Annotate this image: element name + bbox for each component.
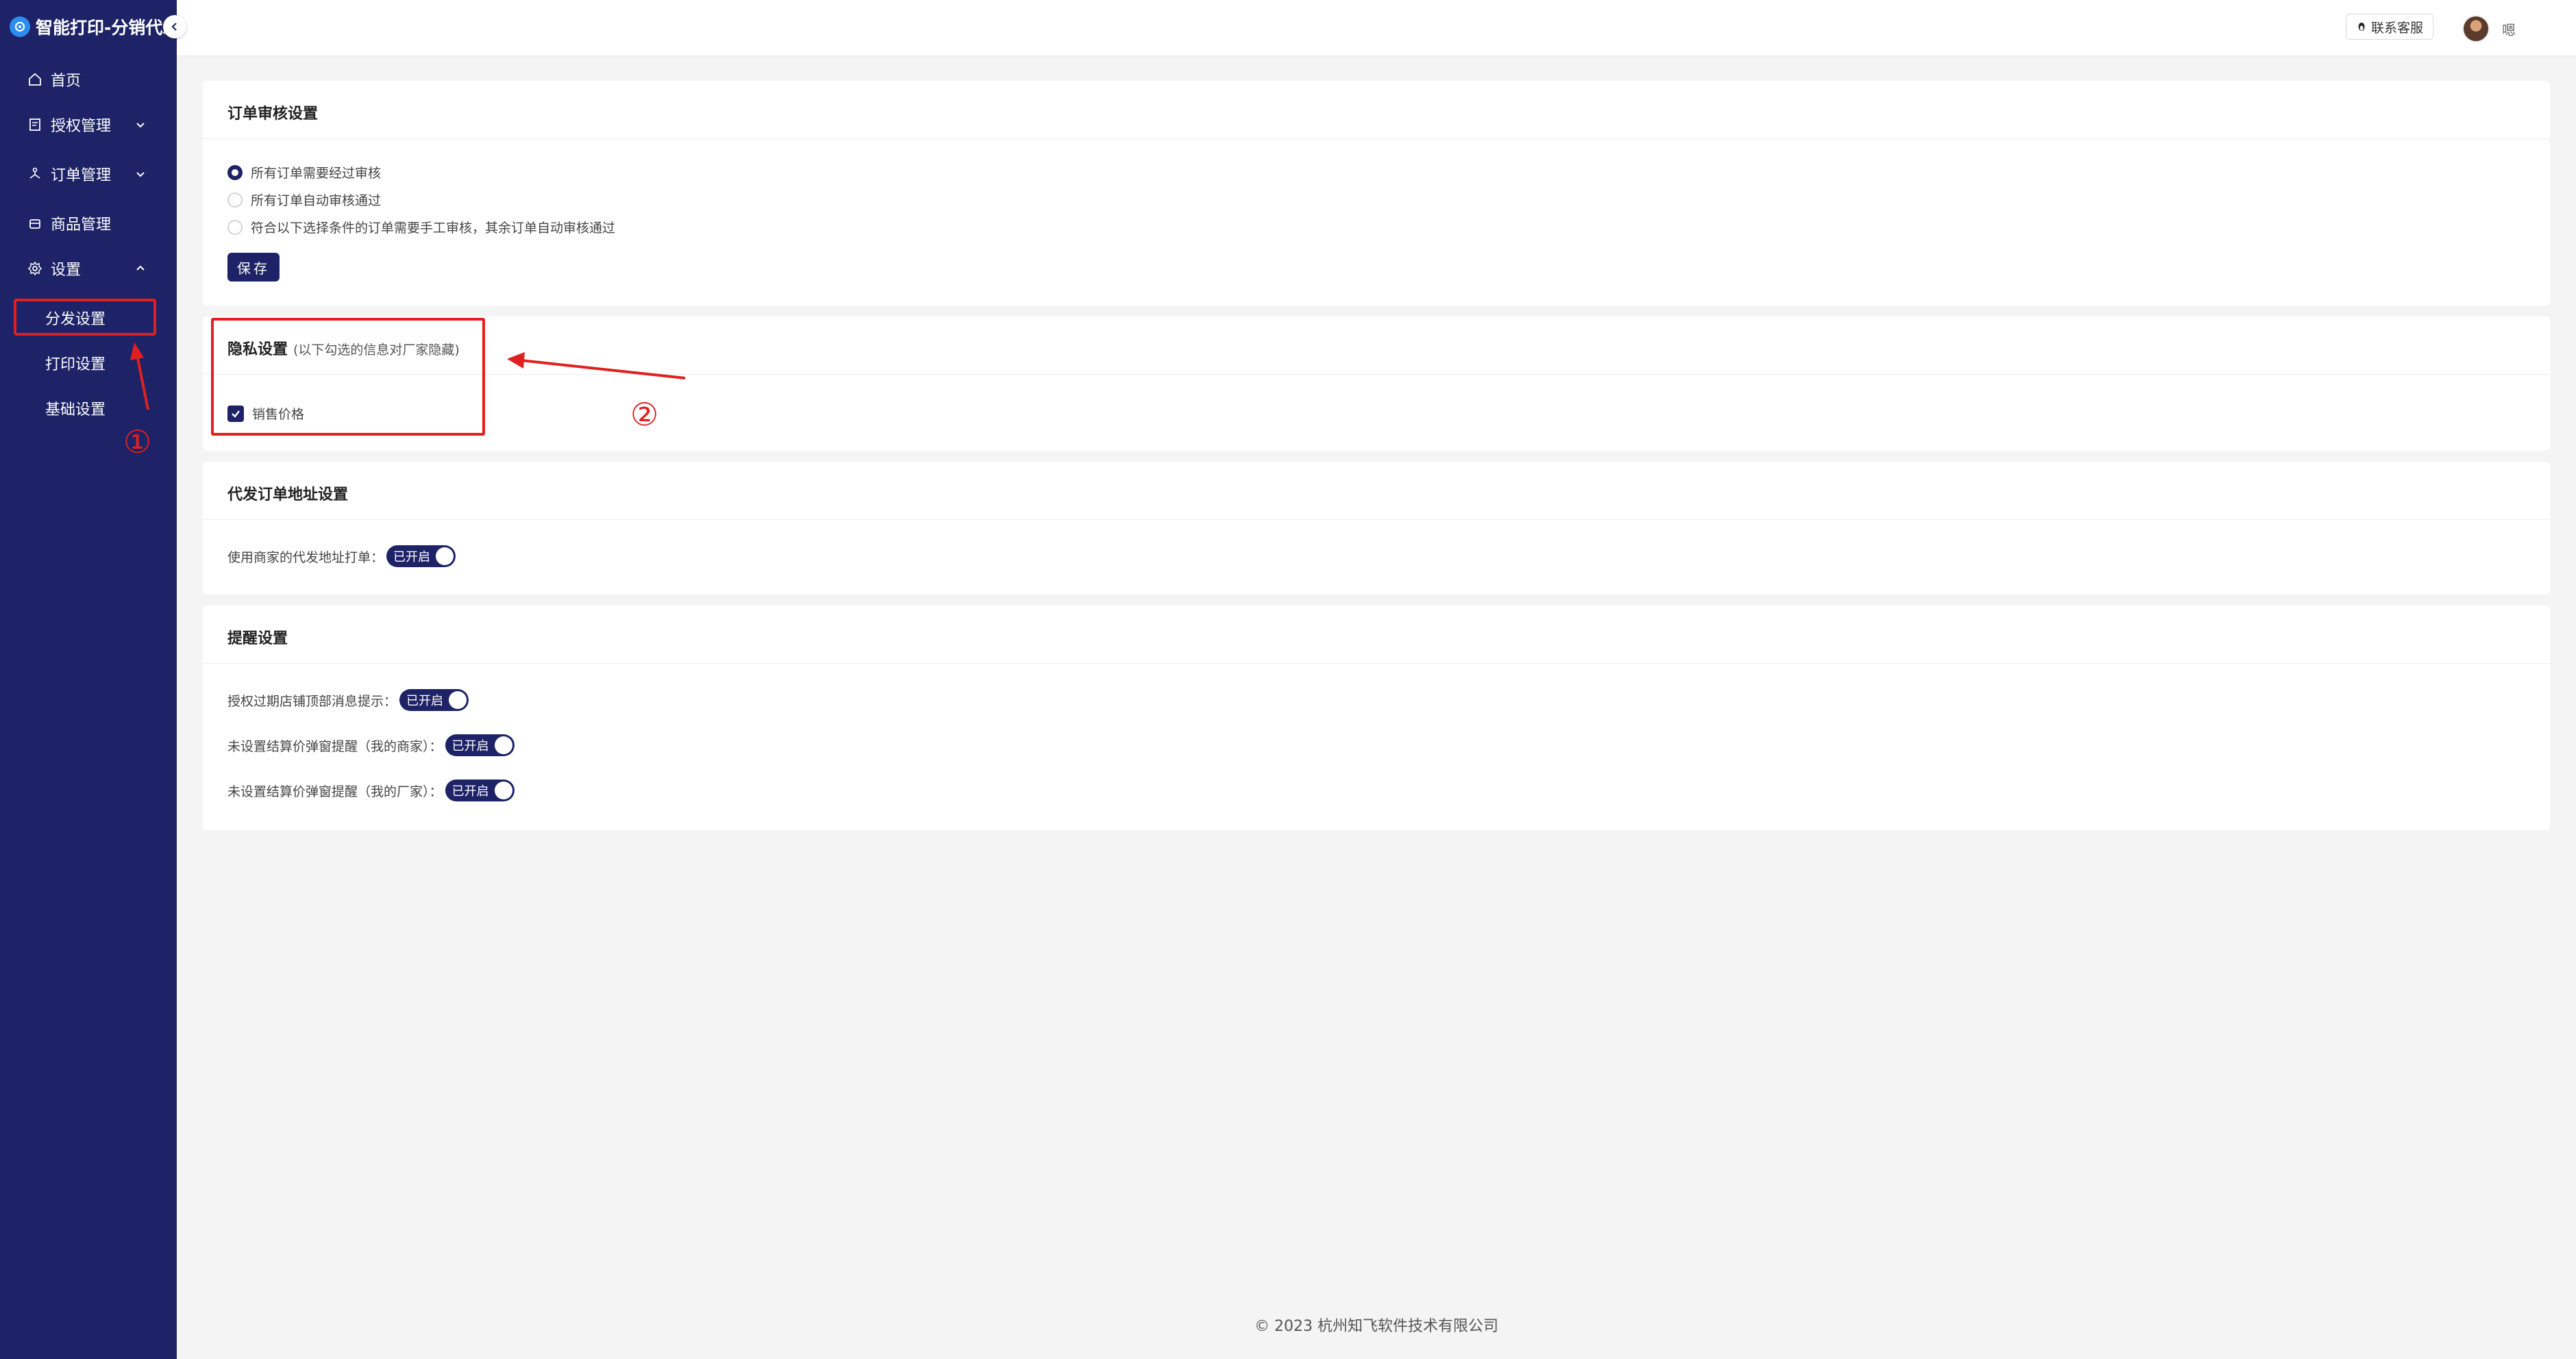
switch-label: 使用商家的代发地址打单： <box>227 549 384 565</box>
divider <box>203 374 2550 375</box>
radio-checked[interactable] <box>227 164 243 180</box>
switch-knob <box>436 547 454 565</box>
toggle-switch[interactable]: 已开启 <box>445 734 515 756</box>
divider <box>203 663 2550 664</box>
footer: © 2023 杭州知飞软件技术有限公司 <box>177 1314 2576 1336</box>
brand[interactable]: 智能打印-分销代发 <box>0 0 177 53</box>
reminder-title: 提醒设置 <box>227 630 288 647</box>
collapse-sidebar-button[interactable] <box>163 15 186 38</box>
sidebar-item-settings[interactable]: 设置 <box>0 248 177 289</box>
toggle-switch[interactable]: 已开启 <box>386 545 456 567</box>
annotation-box-1 <box>14 299 156 336</box>
sidebar-sub-print[interactable]: 打印设置 <box>0 342 177 384</box>
reminder-card: 提醒设置 授权过期店铺顶部消息提示： 已开启 未设置结算价弹窗提醒（我的商家）：… <box>203 606 2550 830</box>
copyright-icon: © <box>1254 1318 1270 1335</box>
avatar[interactable] <box>2462 15 2490 42</box>
contact-support-label: 联系客服 <box>2371 20 2424 36</box>
sidebar-item-orders[interactable]: 订单管理 <box>0 153 177 195</box>
radio-label: 所有订单需要经过审核 <box>251 166 382 181</box>
privacy-card: 隐私设置 (以下勾选的信息对厂家隐藏) 销售价格 <box>203 316 2550 451</box>
contact-support-button[interactable]: 联系客服 <box>2346 14 2434 40</box>
sidebar-item-home[interactable]: 首页 <box>0 59 177 100</box>
logo-icon <box>10 16 30 37</box>
switch-knob <box>449 691 467 709</box>
toggle-switch[interactable]: 已开启 <box>445 780 515 801</box>
sidebar-item-auth[interactable]: 授权管理 <box>0 104 177 145</box>
top-header <box>177 0 2576 56</box>
sidebar-item-label: 订单管理 <box>51 167 112 184</box>
switch-label: 未设置结算价弹窗提醒（我的商家）： <box>227 738 443 754</box>
sidebar: 智能打印-分销代发 首页 授权管理 订单管理 商品管理 设置 分发设置 打印设置… <box>0 0 177 1359</box>
penguin-icon <box>2358 23 2365 31</box>
switch-label: 授权过期店铺顶部消息提示： <box>227 693 397 709</box>
chevron-down-icon <box>136 172 145 177</box>
sidebar-item-label: 授权管理 <box>51 118 112 135</box>
gear-icon <box>27 261 42 276</box>
brand-title: 智能打印-分销代发 <box>36 18 173 38</box>
switch-text: 已开启 <box>451 739 489 753</box>
switch-text: 已开启 <box>406 694 444 708</box>
sidebar-item-label: 商品管理 <box>51 216 112 234</box>
sidebar-sub-label: 打印设置 <box>45 356 106 373</box>
divider <box>203 138 2550 139</box>
annotation-marker-1: ① <box>123 423 152 460</box>
switch-knob <box>494 736 512 754</box>
reminder-row-merchant-price: 未设置结算价弹窗提醒（我的商家）： 已开启 <box>227 734 515 756</box>
reminder-row-factory-price: 未设置结算价弹窗提醒（我的厂家）： 已开启 <box>227 780 515 801</box>
sidebar-sub-basic[interactable]: 基础设置 <box>0 388 177 429</box>
sidebar-item-label: 首页 <box>51 73 82 90</box>
sidebar-item-products[interactable]: 商品管理 <box>0 203 177 244</box>
switch-text: 已开启 <box>393 550 431 564</box>
review-option-all[interactable]: 所有订单需要经过审核 <box>227 163 381 182</box>
radio-label: 所有订单自动审核通过 <box>251 193 382 208</box>
order-icon <box>29 167 40 179</box>
switch-knob <box>494 782 512 799</box>
annotation-box-2 <box>211 318 485 436</box>
switch-label: 未设置结算价弹窗提醒（我的厂家）： <box>227 784 443 799</box>
sidebar-sub-label: 基础设置 <box>45 401 106 419</box>
review-option-conditional[interactable]: 符合以下选择条件的订单需要手工审核，其余订单自动审核通过 <box>227 218 615 236</box>
chevron-left-icon <box>171 23 177 31</box>
radio-unchecked[interactable] <box>227 219 243 235</box>
divider <box>203 519 2550 520</box>
copyright-text: 2023 杭州知飞软件技术有限公司 <box>1274 1318 1498 1335</box>
product-icon <box>29 219 40 229</box>
order-review-card: 订单审核设置 所有订单需要经过审核 所有订单自动审核通过 符合以下选择条件的订单… <box>203 81 2550 306</box>
radio-unchecked[interactable] <box>227 192 243 208</box>
address-title: 代发订单地址设置 <box>227 486 349 503</box>
order-review-title: 订单审核设置 <box>227 105 319 123</box>
toggle-switch[interactable]: 已开启 <box>399 689 469 711</box>
radio-label: 符合以下选择条件的订单需要手工审核，其余订单自动审核通过 <box>251 221 616 236</box>
chevron-down-icon <box>136 123 145 128</box>
save-button[interactable]: 保存 <box>227 253 280 282</box>
reminder-row-auth-expired: 授权过期店铺顶部消息提示： 已开启 <box>227 689 469 711</box>
chevron-up-icon <box>136 265 145 271</box>
annotation-marker-2: ② <box>630 396 659 433</box>
switch-text: 已开启 <box>451 784 489 799</box>
username[interactable]: 嗯 <box>2502 19 2516 39</box>
auth-icon <box>29 119 40 131</box>
sidebar-item-label: 设置 <box>51 262 82 279</box>
review-option-auto[interactable]: 所有订单自动审核通过 <box>227 190 381 209</box>
address-switch-row: 使用商家的代发地址打单： 已开启 <box>227 545 456 567</box>
home-icon <box>29 73 41 86</box>
address-card: 代发订单地址设置 使用商家的代发地址打单： 已开启 <box>203 462 2550 595</box>
